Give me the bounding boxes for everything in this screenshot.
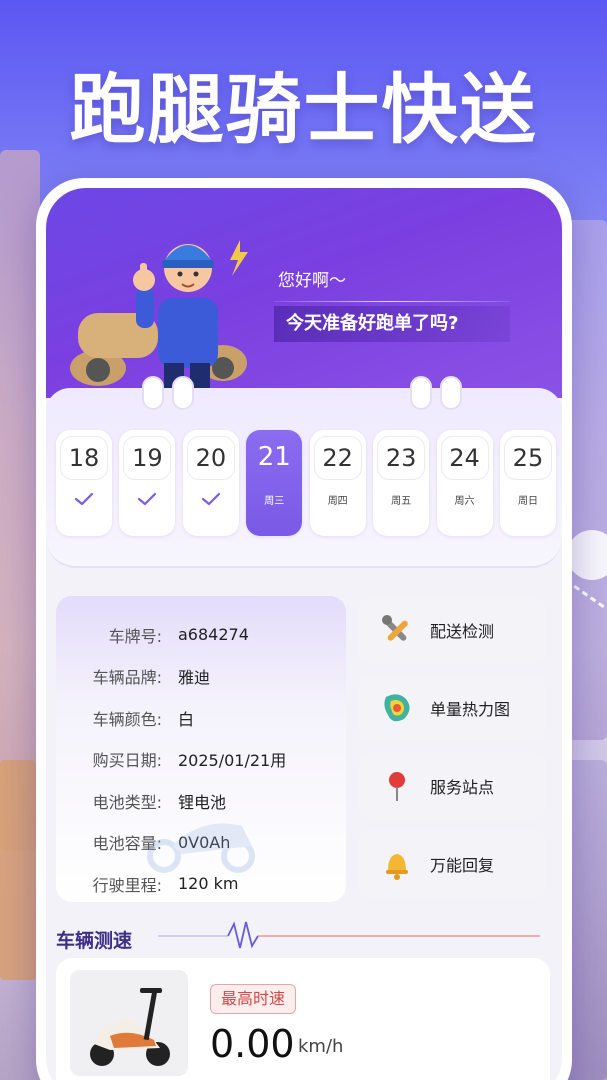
binder-ring <box>440 376 462 410</box>
info-key: 车辆颜色: <box>92 709 162 729</box>
speed-unit: km/h <box>298 1036 344 1057</box>
delivery-check-button[interactable]: 配送检测 <box>358 596 546 664</box>
check-icon <box>74 492 94 506</box>
check-icon <box>138 492 157 506</box>
weekday-label: 周六 <box>454 496 475 507</box>
day-cell[interactable]: 25 周日 <box>499 430 556 536</box>
scooter-image <box>70 970 188 1076</box>
info-key: 购买日期: <box>92 751 162 771</box>
day-cell[interactable]: 20 <box>182 430 239 536</box>
day-number: 24 <box>440 436 489 480</box>
pin-icon <box>378 767 416 805</box>
tool-label: 万能回复 <box>430 856 495 875</box>
app-screen: 您好啊～ 今天准备好跑单了吗? 18 19 20 21 周三 22 周四 23 … <box>46 188 562 1080</box>
week-calendar: 18 19 20 21 周三 22 周四 23 周五 24 周六 25 周日 <box>46 376 562 568</box>
phone-frame: 您好啊～ 今天准备好跑单了吗? 18 19 20 21 周三 22 周四 23 … <box>36 178 572 1080</box>
tool-label: 配送检测 <box>430 622 495 641</box>
info-value: 2025/01/21用 <box>178 751 287 771</box>
day-number: 25 <box>503 436 552 480</box>
day-cell-today[interactable]: 21 周三 <box>246 430 303 536</box>
info-value: 雅迪 <box>178 668 211 688</box>
info-row-purchase-date: 购买日期: 2025/01/21用 <box>76 739 346 781</box>
wrench-icon <box>378 611 416 649</box>
greeting-text: 您好啊～ <box>278 271 346 291</box>
speed-value: 0.00 <box>210 1022 295 1066</box>
day-number: 18 <box>60 436 108 480</box>
day-number: 23 <box>377 436 426 480</box>
scooter-watermark-icon <box>147 823 255 873</box>
day-cell[interactable]: 24 周六 <box>436 430 493 536</box>
background-building <box>0 150 40 850</box>
day-number: 21 <box>257 442 291 472</box>
tool-label: 服务站点 <box>430 778 495 797</box>
greeting-question: 今天准备好跑单了吗? <box>274 306 510 342</box>
info-key: 车辆品牌: <box>92 668 162 688</box>
info-row-brand: 车辆品牌: 雅迪 <box>76 656 346 698</box>
info-row-plate: 车牌号: a684274 <box>76 614 346 656</box>
info-value: 白 <box>178 709 195 729</box>
weekday-label: 周日 <box>517 496 538 507</box>
section-title: 车辆测速 <box>56 930 133 952</box>
quick-reply-button[interactable]: 万能回复 <box>358 830 546 898</box>
day-row: 18 19 20 21 周三 22 周四 23 周五 24 周六 25 周日 <box>56 430 556 536</box>
speed-card: 最高时速 0.00 km/h <box>56 958 550 1080</box>
bell-icon <box>378 845 416 883</box>
day-cell[interactable]: 18 <box>56 430 112 536</box>
heatmap-icon <box>378 689 416 727</box>
day-number: 22 <box>313 436 362 480</box>
promo-headline: 跑腿骑士快送 <box>69 65 538 154</box>
day-cell[interactable]: 22 周四 <box>309 430 366 536</box>
info-value: a684274 <box>178 625 249 645</box>
binder-ring <box>172 376 194 410</box>
binder-ring <box>142 376 164 410</box>
welcome-banner: 您好啊～ 今天准备好跑单了吗? <box>46 188 562 398</box>
weekday-label: 周四 <box>327 496 348 507</box>
info-key: 车牌号: <box>108 626 162 646</box>
day-number: 19 <box>123 436 172 480</box>
day-number: 20 <box>186 436 235 480</box>
check-icon <box>201 492 220 506</box>
day-cell[interactable]: 23 周五 <box>373 430 430 536</box>
binder-ring <box>410 376 432 410</box>
vehicle-info-card: 车牌号: a684274 车辆品牌: 雅迪 车辆颜色: 白 购买日期: 2025… <box>56 596 346 902</box>
info-value: 120 km <box>178 874 239 894</box>
tool-list: 配送检测 单量热力图 服务站点 万能回复 <box>358 596 546 908</box>
courier-illustration <box>70 240 248 388</box>
service-station-button[interactable]: 服务站点 <box>358 752 546 820</box>
heatmap-button[interactable]: 单量热力图 <box>358 674 546 742</box>
weekday-label: 周三 <box>264 496 285 507</box>
max-speed-badge: 最高时速 <box>210 984 297 1014</box>
info-row-color: 车辆颜色: 白 <box>76 697 346 739</box>
divider <box>274 301 510 302</box>
weekday-label: 周五 <box>391 496 412 507</box>
tool-label: 单量热力图 <box>430 700 511 719</box>
day-cell[interactable]: 19 <box>119 430 176 536</box>
heartbeat-divider <box>158 921 540 949</box>
background-parcels <box>0 760 36 980</box>
